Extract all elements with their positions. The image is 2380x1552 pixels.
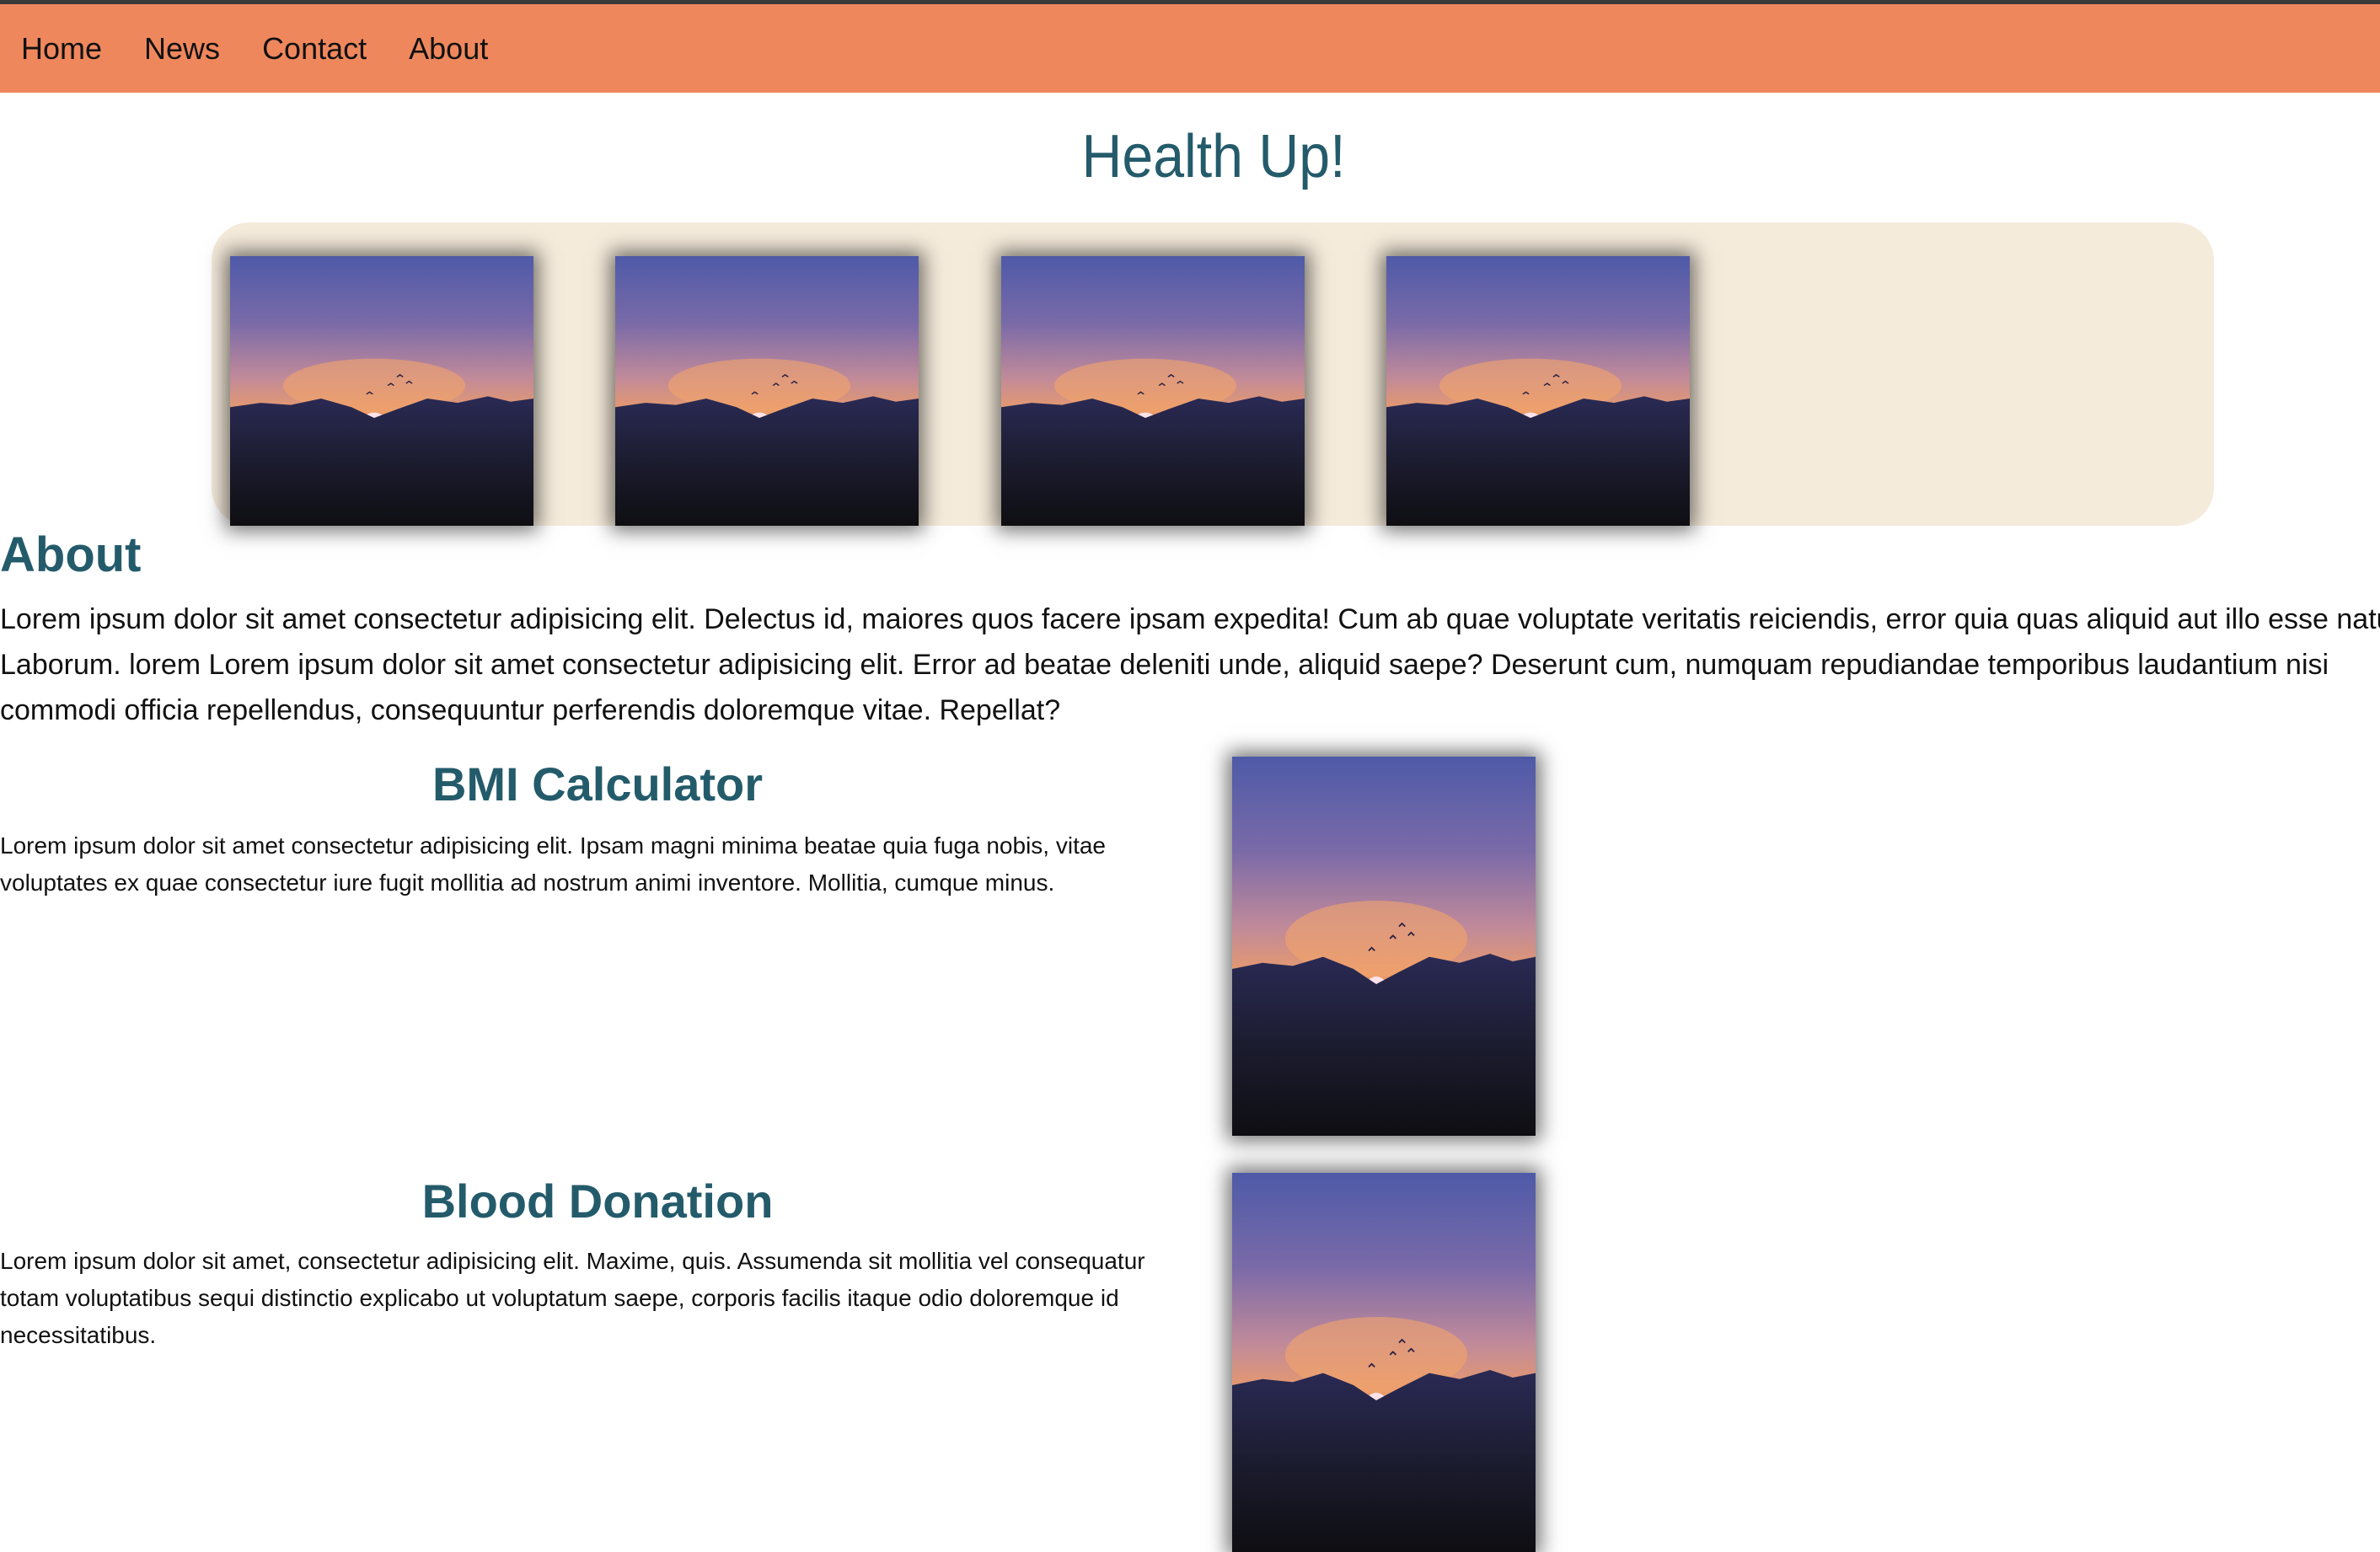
about-paragraph: Lorem ipsum dolor sit amet consectetur a… [0,603,2380,726]
gallery-image-2[interactable] [615,256,919,526]
nav-home-link[interactable]: Home [21,31,102,67]
gallery-image-1[interactable] [230,256,533,526]
sunset-photo-icon [1001,256,1305,526]
bmi-card-image [1232,757,1536,1136]
sunset-photo-icon [230,256,533,526]
bmi-card-title: BMI Calculator [432,757,764,811]
blood-donation-card-image [1232,1173,1536,1552]
gallery-image-3[interactable] [1001,256,1305,526]
image-gallery [212,222,2214,526]
nav-contact-link[interactable]: Contact [262,31,367,67]
nav-news-link[interactable]: News [144,31,220,67]
gallery-image-4[interactable] [1386,256,1690,526]
sunset-photo-icon [1232,1173,1536,1552]
about-heading: About [0,527,142,582]
bmi-card-text: Lorem ipsum dolor sit amet consectetur a… [0,832,1106,896]
site-title: Health Up! [1081,123,1346,190]
blood-donation-card-text: Lorem ipsum dolor sit amet, consectetur … [0,1248,1145,1348]
sunset-photo-icon [615,256,919,526]
top-navbar: Home News Contact About [0,4,2380,93]
blood-donation-card-title: Blood Donation [421,1175,774,1228]
nav-about-link[interactable]: About [409,31,488,67]
sunset-photo-icon [1232,757,1536,1136]
sunset-photo-icon [1386,256,1690,526]
